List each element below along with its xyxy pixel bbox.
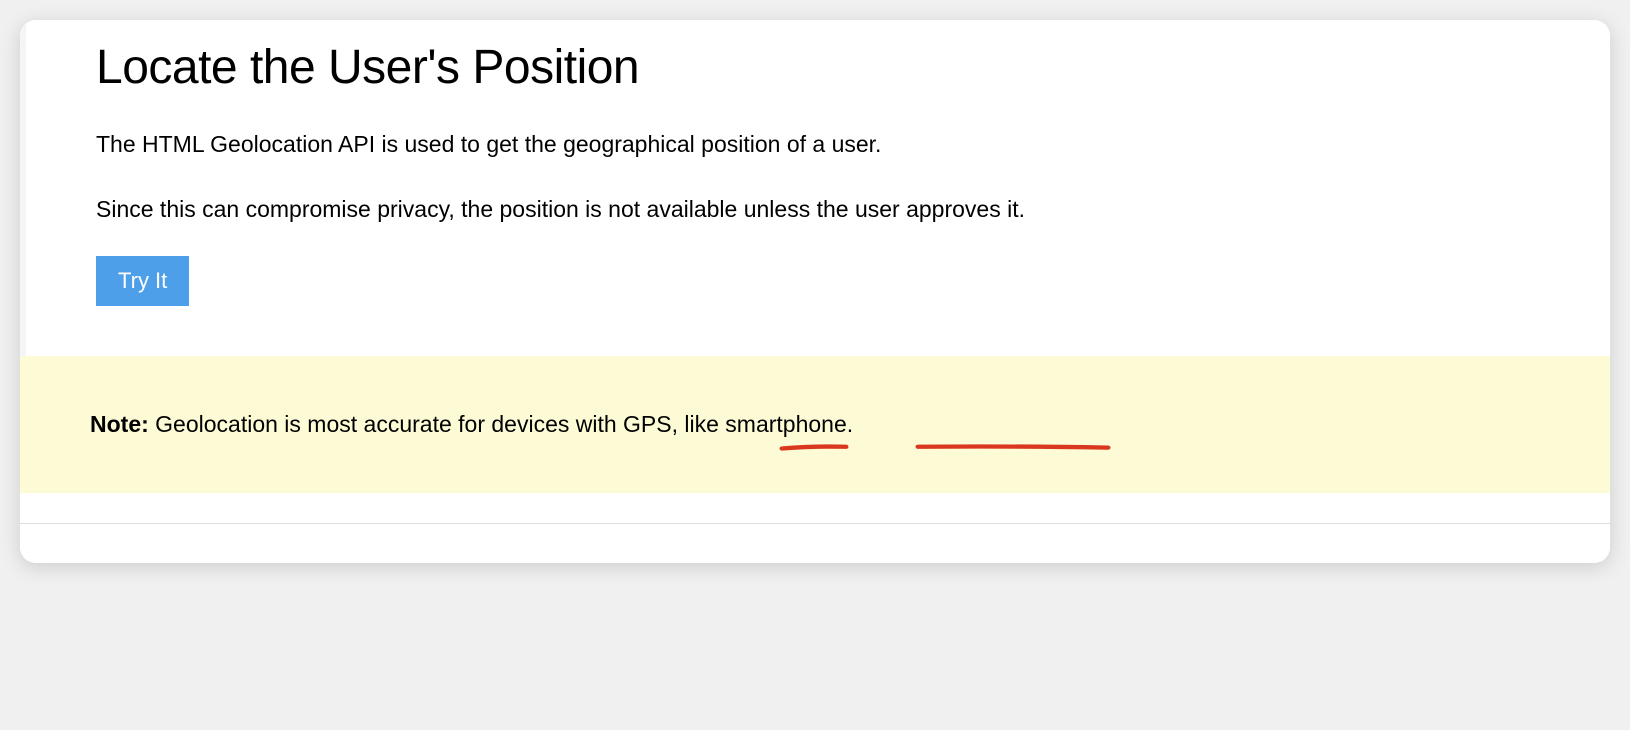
bottom-area bbox=[20, 523, 1610, 563]
note-text: Geolocation is most accurate for devices… bbox=[149, 411, 853, 437]
paragraph-privacy: Since this can compromise privacy, the p… bbox=[96, 192, 1540, 227]
divider-line bbox=[20, 523, 1610, 524]
content-area: Locate the User's Position The HTML Geol… bbox=[20, 20, 1610, 356]
page-title: Locate the User's Position bbox=[96, 40, 1540, 95]
paragraph-intro: The HTML Geolocation API is used to get … bbox=[96, 127, 1540, 162]
note-label: Note: bbox=[90, 411, 149, 437]
try-it-button[interactable]: Try It bbox=[96, 256, 189, 306]
document-card: Locate the User's Position The HTML Geol… bbox=[20, 20, 1610, 563]
note-box: Note: Geolocation is most accurate for d… bbox=[20, 356, 1610, 493]
